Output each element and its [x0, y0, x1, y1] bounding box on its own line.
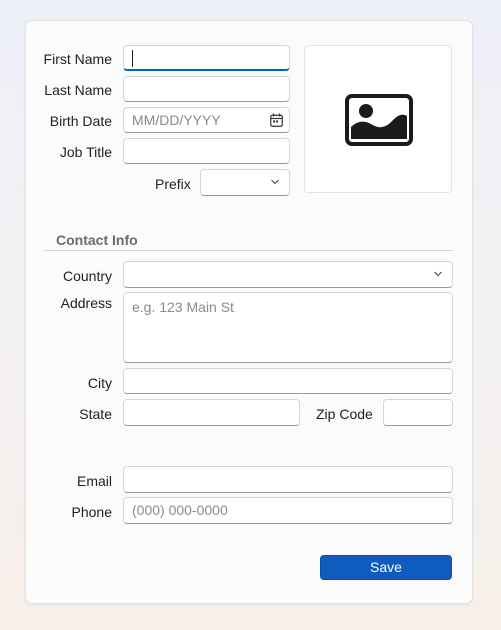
prefix-label: Prefix	[155, 176, 191, 192]
zip-code-label: Zip Code	[316, 406, 373, 422]
birth-date-label: Birth Date	[49, 113, 112, 129]
zip-code-input[interactable]	[383, 399, 453, 426]
first-name-input[interactable]	[123, 45, 290, 71]
phone-input[interactable]: (000) 000-0000	[123, 497, 453, 524]
text-caret	[132, 50, 133, 67]
image-placeholder-icon	[345, 94, 413, 146]
address-label: Address	[60, 295, 112, 311]
chevron-down-icon	[434, 271, 442, 277]
city-input[interactable]	[123, 368, 453, 394]
section-divider	[44, 250, 453, 251]
job-title-input[interactable]	[123, 138, 290, 164]
first-name-label: First Name	[43, 51, 112, 67]
address-placeholder: e.g. 123 Main St	[132, 299, 234, 315]
country-select[interactable]	[123, 261, 453, 288]
state-label: State	[79, 406, 112, 422]
prefix-select[interactable]	[200, 169, 290, 196]
phone-placeholder: (000) 000-0000	[132, 502, 228, 518]
job-title-label: Job Title	[59, 144, 112, 160]
birth-date-picker[interactable]: MM/DD/YYYY	[123, 107, 290, 133]
city-label: City	[87, 375, 112, 391]
last-name-input[interactable]	[123, 76, 290, 102]
email-input[interactable]	[123, 466, 453, 493]
photo-picker[interactable]	[304, 45, 452, 193]
section-title-contact-info: Contact Info	[56, 232, 138, 248]
address-textarea[interactable]: e.g. 123 Main St	[123, 292, 453, 363]
last-name-label: Last Name	[44, 82, 112, 98]
calendar-icon[interactable]	[270, 113, 283, 127]
state-input[interactable]	[123, 399, 300, 426]
birth-date-placeholder: MM/DD/YYYY	[132, 112, 221, 128]
country-label: Country	[62, 268, 112, 284]
email-label: Email	[76, 473, 112, 489]
save-button[interactable]: Save	[320, 555, 452, 580]
phone-label: Phone	[71, 504, 112, 520]
chevron-down-icon	[271, 179, 279, 185]
